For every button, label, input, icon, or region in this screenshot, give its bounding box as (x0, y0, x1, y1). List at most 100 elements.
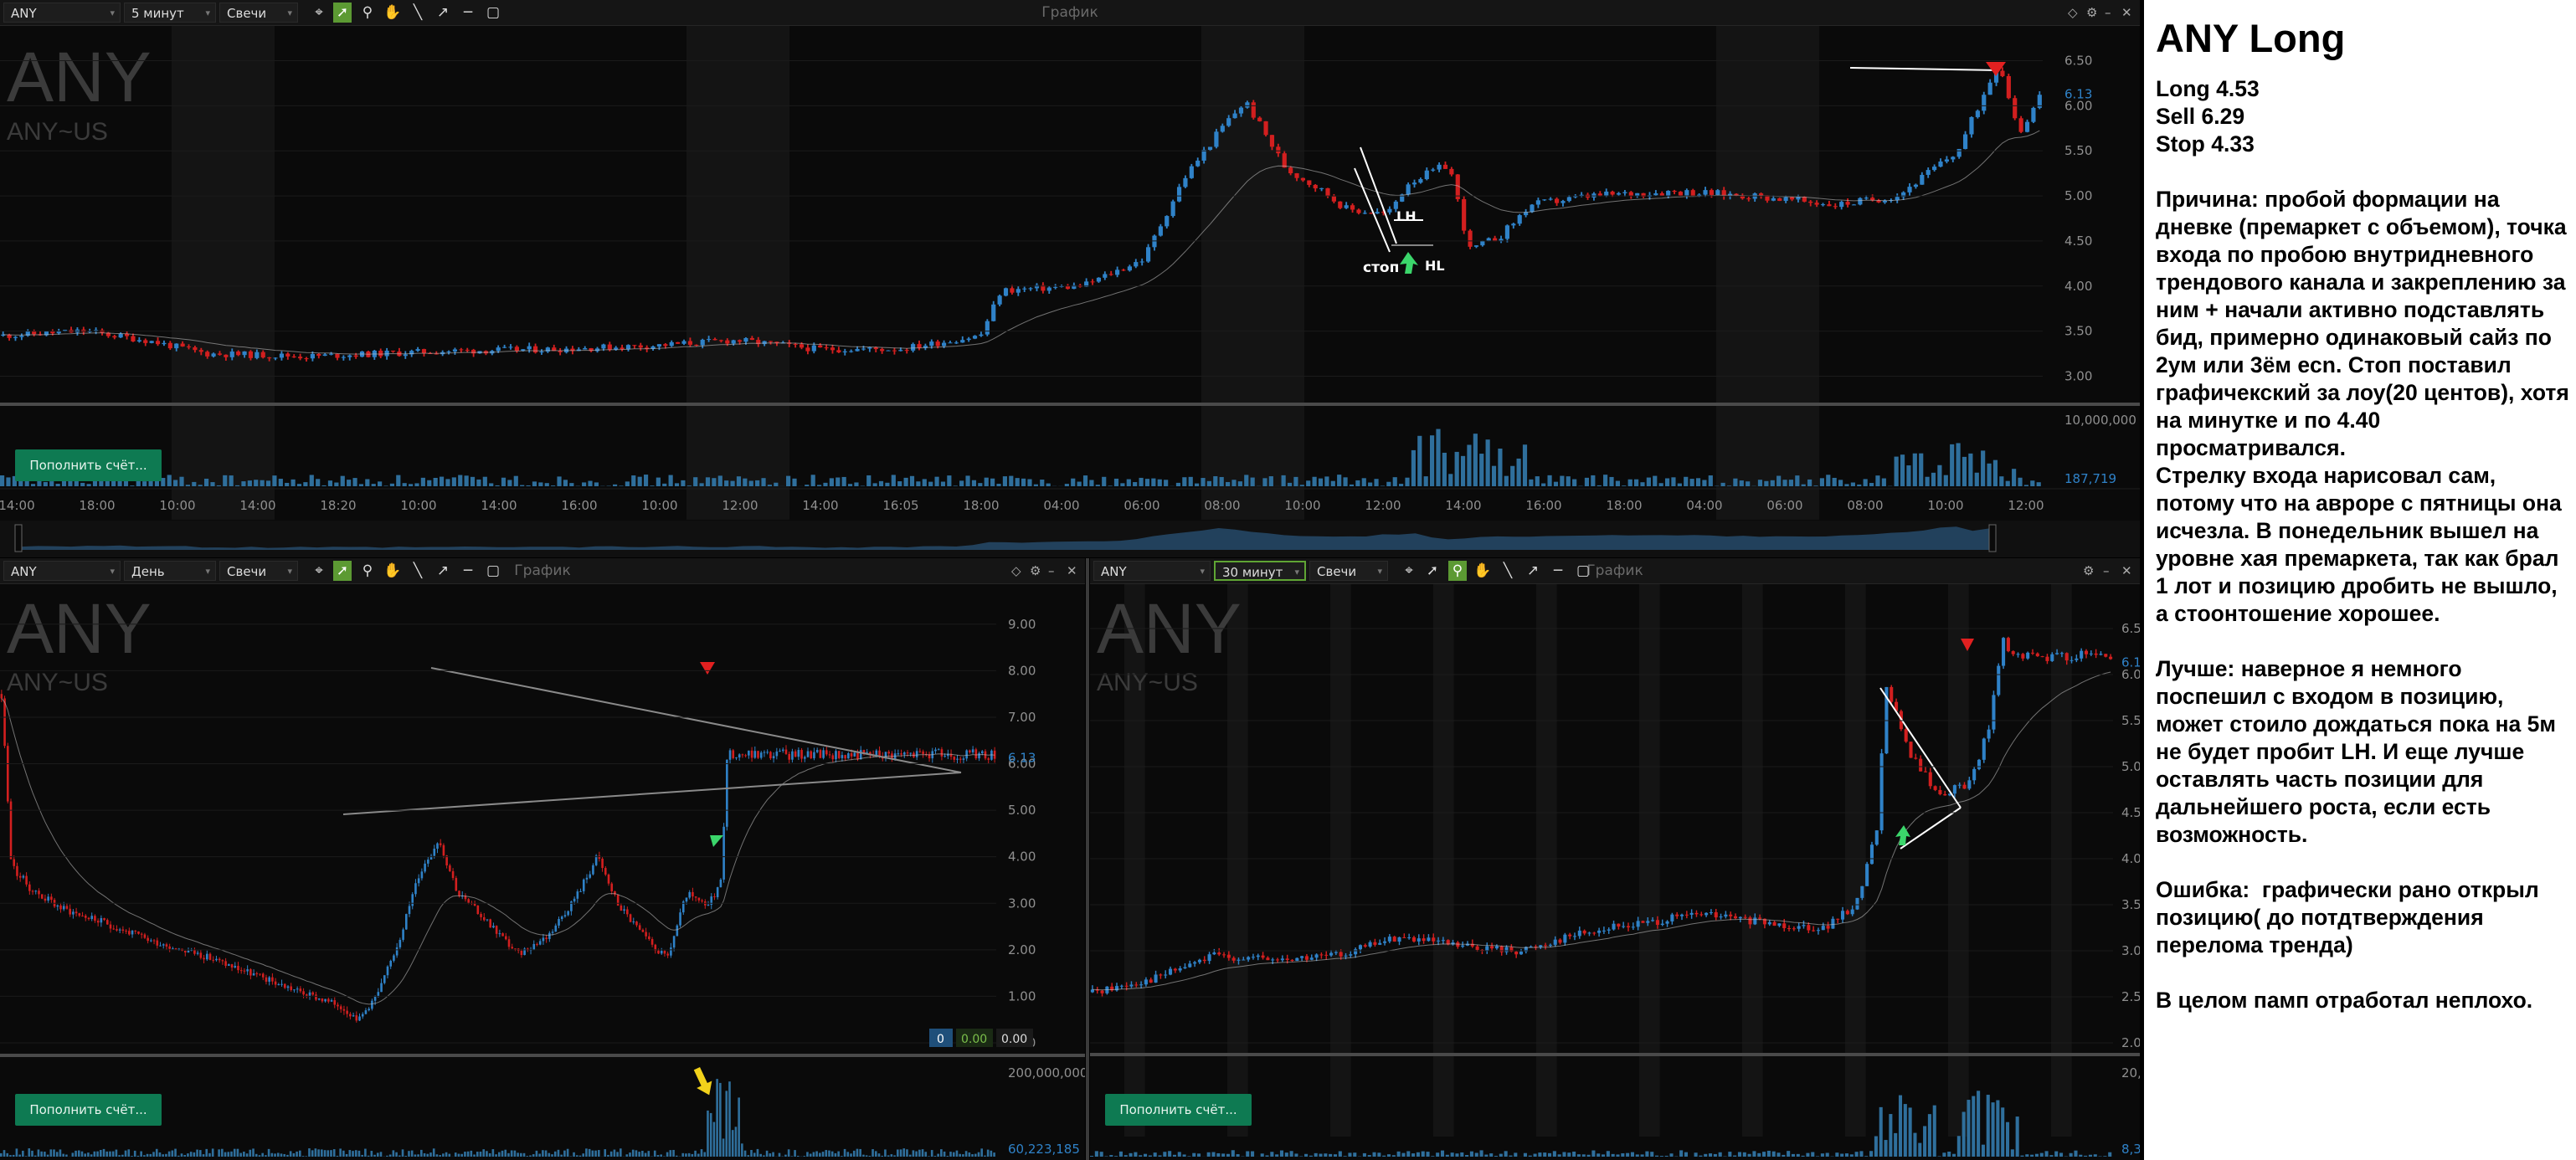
zoom-icon[interactable]: ⚲ (1448, 561, 1467, 581)
candle-body (465, 349, 470, 351)
settings-icon[interactable]: ⚙ (1030, 558, 1041, 583)
daily-charttype-select[interactable]: Свечи ▾ (219, 561, 298, 581)
zoom-icon[interactable]: ⚲ (358, 3, 377, 23)
candle-body (1646, 921, 1650, 923)
top-charttype-select[interactable]: Свечи ▾ (219, 3, 298, 23)
candle-body (813, 752, 815, 758)
candle-body (274, 981, 277, 985)
candle-body (321, 998, 324, 1002)
arrow-icon[interactable]: ↗ (1524, 561, 1542, 581)
settings-icon[interactable]: ⚙ (2086, 0, 2097, 25)
candle-body (1808, 201, 1813, 203)
volume-bar (1535, 476, 1540, 486)
volume-bar (364, 1148, 367, 1157)
cursor-icon[interactable]: ➚ (333, 561, 352, 581)
candle-body (1358, 945, 1362, 950)
m30-interval-select[interactable]: 30 минут ▾ (1214, 561, 1306, 581)
hand-icon[interactable]: ✋ (383, 561, 402, 581)
zoom-icon[interactable]: ⚲ (358, 561, 377, 581)
volume-bar (1720, 482, 1725, 486)
candle-body (496, 347, 501, 352)
crosshair-icon[interactable]: ⌖ (1400, 561, 1418, 581)
candle-body (1666, 191, 1671, 196)
cursor-icon[interactable]: ➚ (333, 3, 352, 23)
volume-bar (1956, 443, 1961, 486)
candle-body (2040, 656, 2044, 658)
close-icon[interactable]: ✕ (1067, 558, 1077, 583)
minimize-icon[interactable]: – (2103, 558, 2110, 583)
daily-triangle-lower-line[interactable] (342, 772, 962, 815)
horizontal-line-icon[interactable]: ─ (459, 3, 477, 23)
crosshair-icon[interactable]: ⌖ (310, 3, 328, 23)
candle-body (328, 353, 334, 355)
volume-bar (532, 481, 537, 486)
minimize-icon[interactable]: – (2105, 0, 2111, 25)
horizontal-line-icon[interactable]: ─ (459, 561, 477, 581)
volume-bar (787, 1149, 790, 1157)
candle-body (716, 887, 719, 897)
arrow-icon[interactable]: ↗ (434, 561, 452, 581)
volume-bar (1640, 482, 1645, 486)
rectangle-icon[interactable]: ▢ (484, 3, 502, 23)
close-icon[interactable]: ✕ (2121, 558, 2132, 583)
price-tick-label: 3.50 (2121, 897, 2140, 912)
price-tick-label: 4.00 (2064, 279, 2092, 294)
daily-triangle-upper-line[interactable] (430, 667, 962, 773)
m30-charttype-select[interactable]: Свечи ▾ (1309, 561, 1388, 581)
cursor-icon[interactable]: ➚ (1423, 561, 1442, 581)
settings-icon[interactable]: ⚙ (2083, 558, 2094, 583)
candle-body (1139, 261, 1144, 263)
candle-body (1373, 942, 1377, 945)
candle-body (726, 759, 728, 827)
line-icon[interactable]: ╲ (409, 3, 427, 23)
candle-body (554, 925, 558, 932)
volume-bar (955, 1150, 959, 1157)
volume-bar (669, 1150, 672, 1157)
rectangle-icon[interactable]: ▢ (484, 561, 502, 581)
candle-body (32, 331, 37, 335)
top-scroller-handle-left[interactable] (14, 524, 23, 552)
top-interval-select[interactable]: 5 минут ▾ (124, 3, 216, 23)
top-resistance-line[interactable] (1849, 67, 2000, 71)
close-icon[interactable]: ✕ (2121, 0, 2132, 25)
volume-bar (65, 1154, 68, 1157)
volume-bar (286, 1154, 289, 1157)
volume-bar (417, 1154, 419, 1157)
volume-bar (790, 1156, 794, 1157)
volume-bar (458, 475, 463, 486)
candle-body (94, 916, 96, 921)
m30-deposit-button[interactable]: Пополнить счёт... (1105, 1094, 1252, 1126)
top-chart-canvas[interactable]: ANY ANY~US 6.506.005.505.004.504.003.503… (0, 26, 2140, 557)
hand-icon[interactable]: ✋ (1473, 561, 1492, 581)
m30-symbol-field[interactable]: ANY ▾ (1093, 561, 1211, 581)
arrow-icon[interactable]: ↗ (434, 3, 452, 23)
minimize-icon[interactable]: ◇ (2068, 0, 2078, 25)
top-symbol-field[interactable]: ANY ▾ (3, 3, 121, 23)
rectangle-icon[interactable]: ▢ (1574, 561, 1592, 581)
minimize-icon[interactable]: ◇ (1011, 558, 1021, 583)
candle-body (2006, 638, 2010, 652)
daily-deposit-button[interactable]: Пополнить счёт... (15, 1094, 162, 1126)
line-icon[interactable]: ╲ (1499, 561, 1517, 581)
time-tick-label: 10:00 (641, 498, 677, 513)
candle-body (364, 1010, 368, 1014)
volume-bar (414, 483, 419, 486)
daily-chart-canvas[interactable]: ANY ANY~US 9.008.007.006.005.004.003.002… (0, 584, 1085, 1160)
top-deposit-button[interactable]: Пополнить счёт... (15, 449, 162, 481)
candle-body (1997, 665, 2001, 695)
crosshair-icon[interactable]: ⌖ (310, 561, 328, 581)
volume-bar (803, 1156, 806, 1157)
hand-icon[interactable]: ✋ (383, 3, 402, 23)
daily-symbol-field[interactable]: ANY ▾ (3, 561, 121, 581)
panel-separator[interactable] (1086, 558, 1089, 1160)
top-scroller-handle-right[interactable] (1988, 524, 1997, 552)
minimize-icon[interactable]: – (1048, 558, 1055, 583)
horizontal-line-icon[interactable]: ─ (1549, 561, 1567, 581)
m30-chart-canvas[interactable]: ANY ANY~US 6.506.005.505.004.504.003.503… (1090, 584, 2140, 1160)
line-icon[interactable]: ╲ (409, 561, 427, 581)
daily-interval-select[interactable]: День ▾ (124, 561, 216, 581)
volume-bar (1454, 451, 1459, 486)
volume-bar (513, 1150, 517, 1157)
volume-bar (1770, 480, 1775, 486)
volume-bar (825, 1150, 828, 1157)
